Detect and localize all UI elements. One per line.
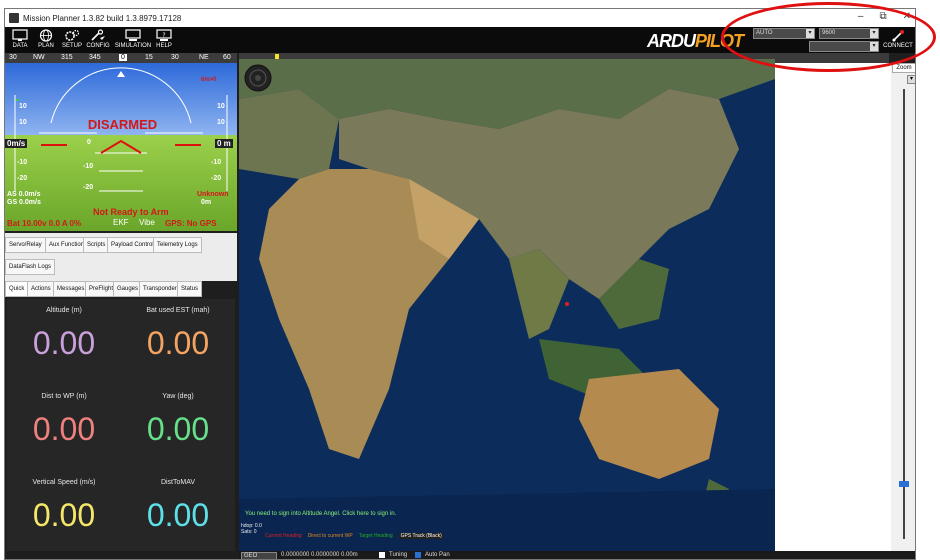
satellite-map[interactable]: You need to sign into Altitude Angel. Cl… [239, 59, 775, 551]
red-highlight-circle [721, 2, 936, 72]
coord-type-select[interactable]: GEO [241, 552, 277, 559]
waypoint-text: 0m>0 [201, 77, 217, 83]
battery-text: Bat 10.00v 0.0 A 0% [7, 219, 82, 228]
window-title: Mission Planner 1.3.82 build 1.3.8979.17… [23, 13, 182, 23]
zoom-dropdown[interactable]: ▾ [907, 75, 915, 84]
tab-dataflash-logs[interactable]: DataFlash Logs [5, 259, 56, 275]
bat-used-value[interactable]: 0.00 [121, 325, 235, 362]
arm-status: DISARMED [87, 117, 158, 132]
hud-panel[interactable]: 30 NW 315 345 0 15 30 NE 60 10 10 10 10 … [5, 53, 237, 231]
tab-quick[interactable]: Quick [5, 281, 29, 297]
tab-telemetry-logs[interactable]: Telemetry Logs [153, 237, 202, 253]
auto-pan-checkbox[interactable] [415, 552, 421, 558]
sats-text: Sats: 0 [241, 529, 257, 535]
wp-dist-text: 0m [201, 199, 212, 206]
tab-gauges[interactable]: Gauges [113, 281, 143, 297]
help-button[interactable]: ? HELP [149, 29, 179, 53]
map-compass-icon[interactable] [243, 63, 273, 93]
gears-icon [65, 29, 80, 41]
tab-actions[interactable]: Actions [27, 281, 55, 297]
world-map-graphic [239, 59, 775, 551]
vertical-speed-value[interactable]: 0.00 [7, 497, 121, 534]
legend-current-heading: Current Heading [265, 533, 302, 539]
map-side-panel [775, 63, 891, 551]
zoom-track [903, 89, 905, 539]
legend-direct-to-wp: Direct to current WP [307, 533, 353, 539]
svg-text:?: ? [162, 32, 165, 39]
tuning-checkbox[interactable] [379, 552, 385, 558]
tab-transponder[interactable]: Transponder [139, 281, 181, 297]
altitude-angel-signin-link[interactable]: You need to sign into Altitude Angel. Cl… [245, 511, 396, 517]
legend-gps-track: GPS Track (Black) [398, 533, 444, 539]
ground-speed-readout: 0m/s [5, 139, 28, 148]
map-legend: Current Heading Direct to current WP Tar… [265, 533, 444, 539]
computer-help-icon: ? [156, 29, 172, 41]
mode-unknown-text: Unknown [197, 191, 229, 198]
vibe-text[interactable]: Vibe [139, 218, 155, 227]
altitude-readout: 0 m [215, 139, 233, 148]
coords-text: 0.0000000 0.0000000 [281, 552, 340, 558]
config-button[interactable]: CONFIG [83, 29, 113, 53]
tab-status[interactable]: Status [177, 281, 203, 297]
tab-strip: Servo/Relay Aux Function Scripts Payload… [5, 233, 237, 281]
zoom-control: Zoom ▾ [891, 63, 915, 551]
app-icon [9, 13, 19, 23]
ekf-text[interactable]: EKF [113, 218, 129, 227]
globe-icon [39, 29, 53, 42]
altitude-value[interactable]: 0.00 [7, 325, 121, 362]
dist-to-mav-value[interactable]: 0.00 [121, 497, 235, 534]
mission-planner-window: Mission Planner 1.3.82 build 1.3.8979.17… [4, 8, 916, 560]
gps-status-text: GPS: No GPS [165, 219, 217, 228]
tuning-label: Tuning [389, 552, 408, 558]
wrench-plane-icon [91, 29, 105, 41]
heading-tape: 30 NW 315 345 0 15 30 NE 60 [5, 53, 237, 63]
yaw-value[interactable]: 0.00 [121, 411, 235, 448]
simulation-button[interactable]: SIMULATION [113, 29, 153, 53]
map-status-bar: GEO 0.0000000 0.0000000 0.00m Tuning Aut… [239, 551, 915, 559]
not-ready-text: Not Ready to Arm [93, 207, 169, 217]
airspeed-text: AS 0.0m/s [7, 191, 41, 198]
zoom-slider-thumb[interactable] [899, 481, 909, 487]
tab-payload-control[interactable]: Payload Control [107, 237, 158, 253]
dist-to-wp-value[interactable]: 0.00 [7, 411, 121, 448]
monitor-icon [12, 29, 28, 41]
groundspeed-text: GS 0.0m/s [7, 199, 41, 206]
zoom-label: Zoom [892, 63, 915, 73]
chevron-down-icon: ▾ [909, 76, 913, 82]
tab-aux-function[interactable]: Aux Function [45, 237, 89, 253]
auto-pan-label: Auto Pan [425, 552, 450, 558]
alt-text: 0.00m [341, 552, 358, 558]
computer-icon [125, 29, 141, 41]
tab-messages[interactable]: Messages [53, 281, 89, 297]
tab-servo-relay[interactable]: Servo/Relay [5, 237, 46, 253]
quick-view-panel: Altitude (m) 0.00 Bat used EST (mah) 0.0… [7, 299, 235, 551]
legend-target-heading: Target Heading [358, 533, 393, 539]
tab-scripts[interactable]: Scripts [83, 237, 110, 253]
